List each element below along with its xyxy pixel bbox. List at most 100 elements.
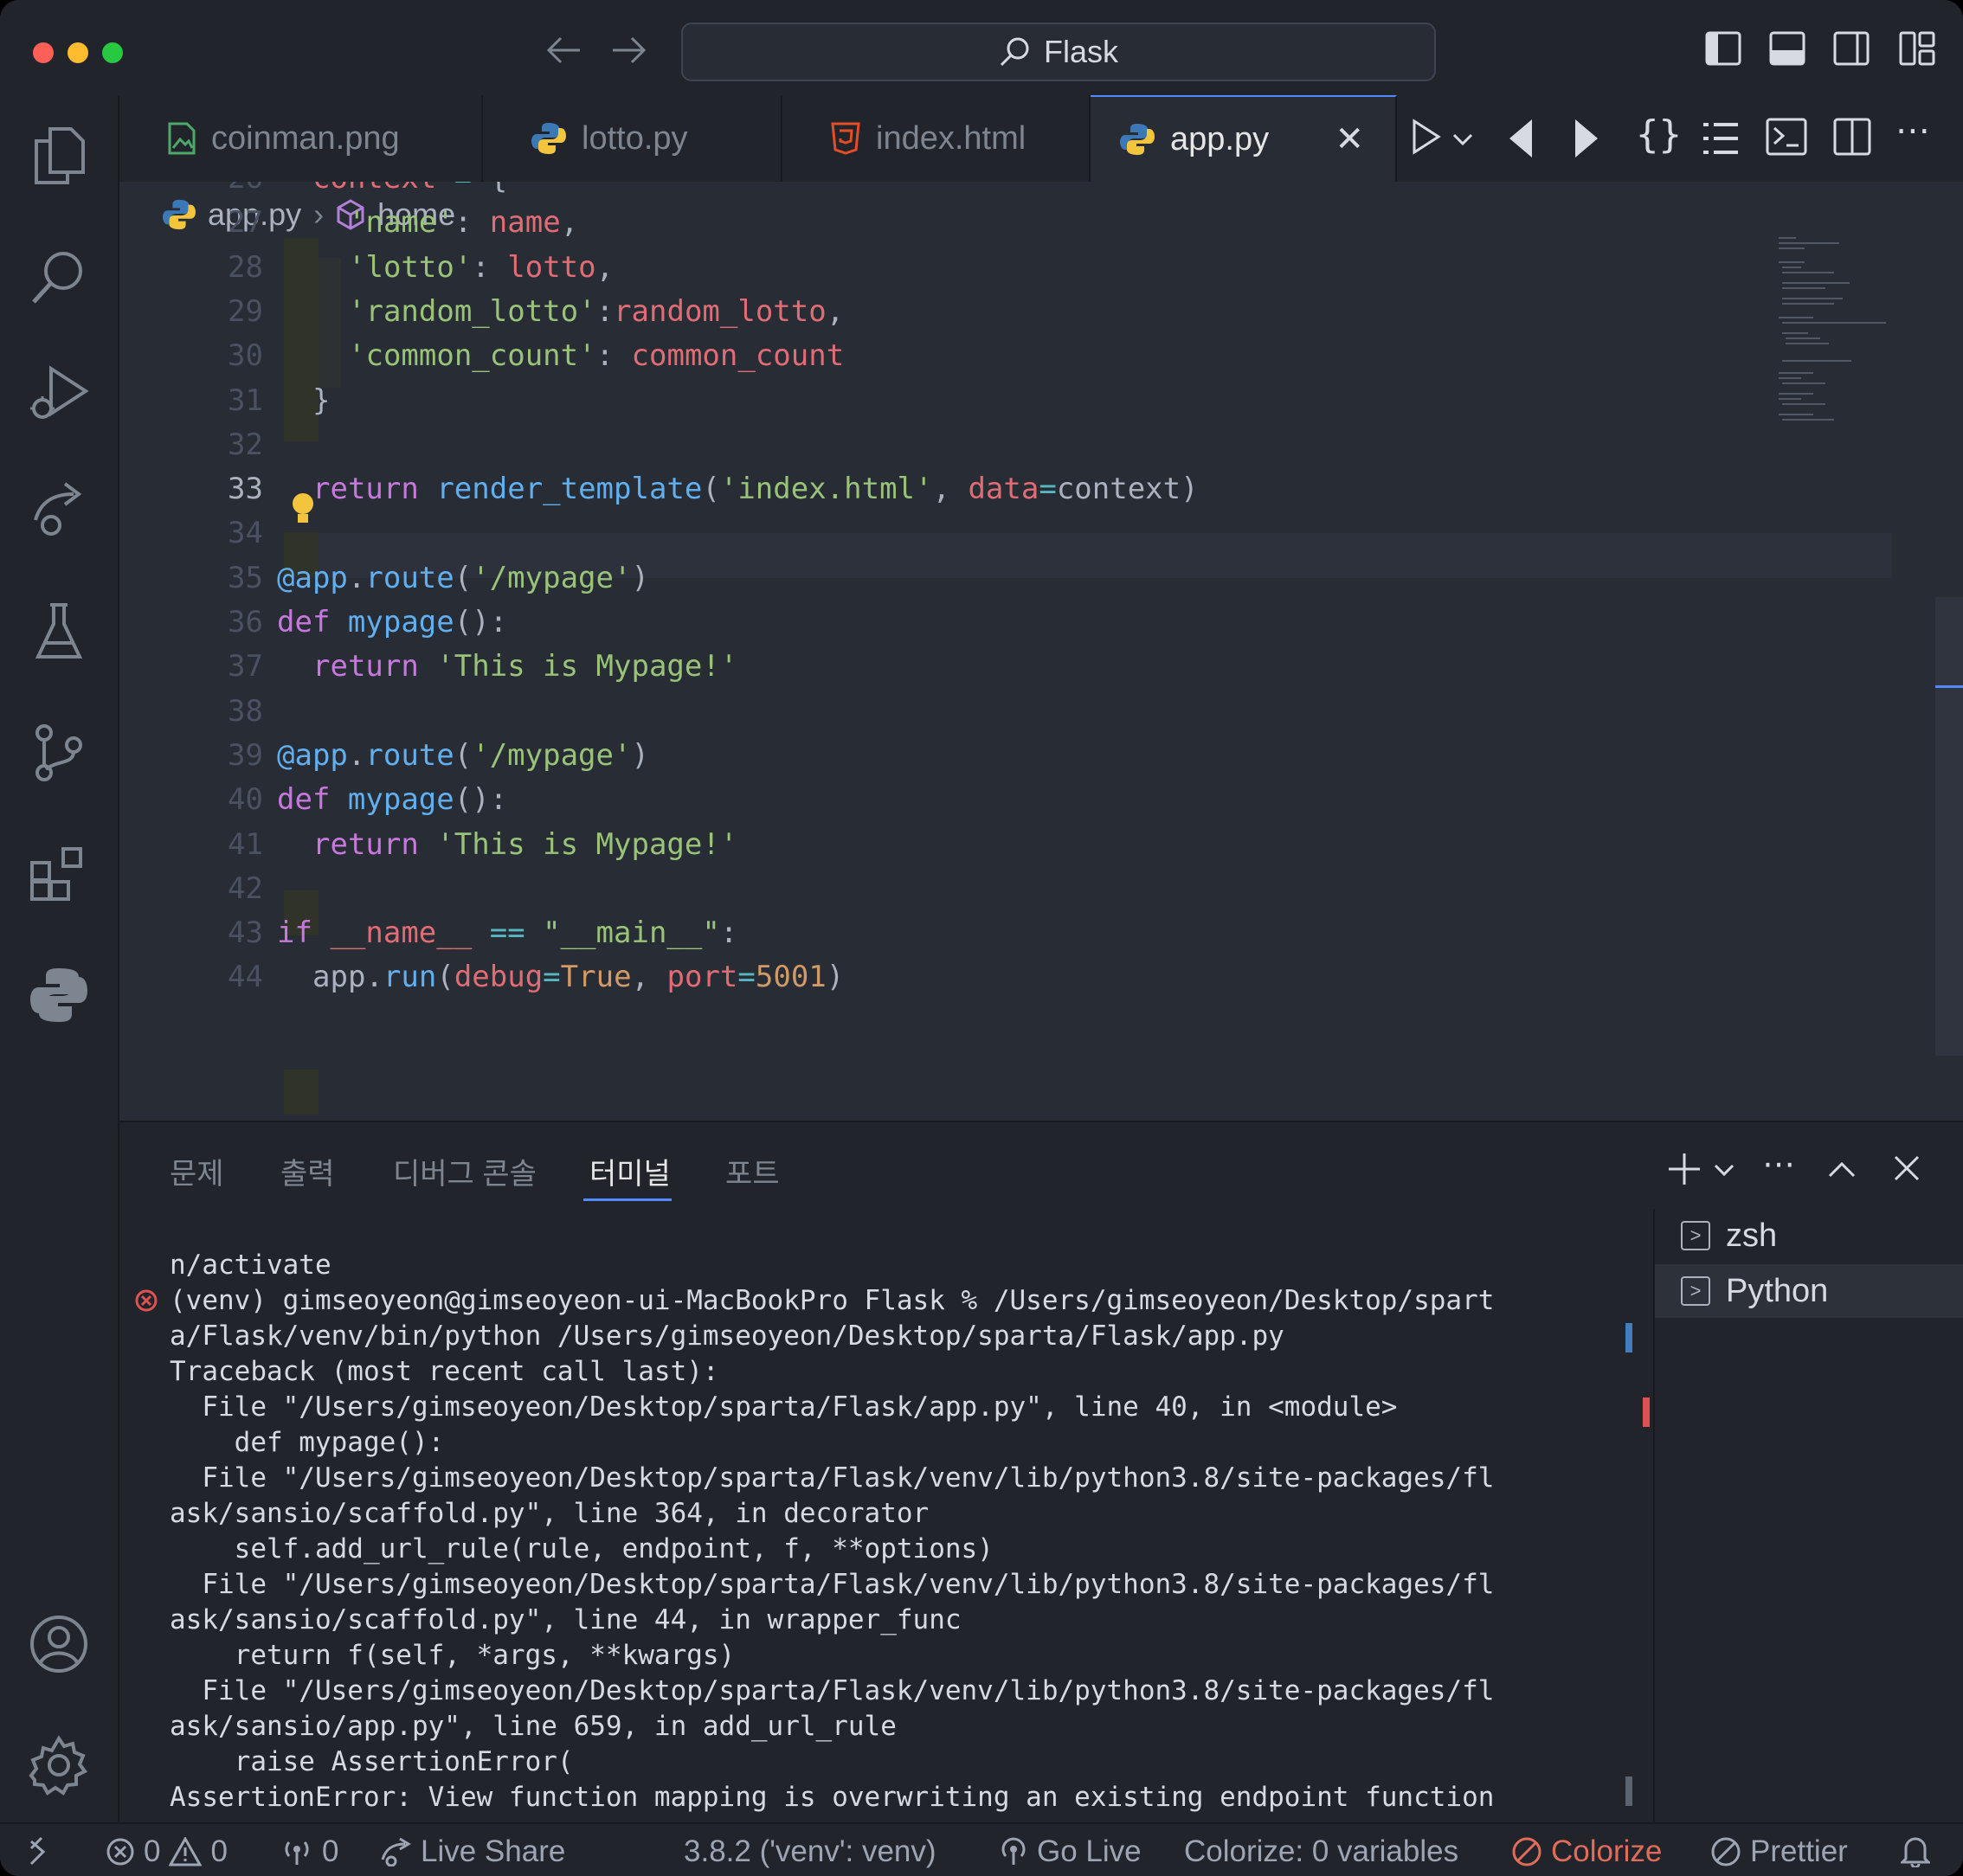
code-line[interactable]: 31} (163, 378, 1807, 423)
code-line[interactable]: 38 (163, 689, 1807, 734)
code-line[interactable]: 27 'name': name, (163, 200, 1807, 245)
close-panel-icon[interactable] (1894, 1155, 1920, 1181)
settings-gear-icon[interactable] (24, 1731, 93, 1800)
code-text[interactable]: } (312, 378, 330, 423)
customize-layout-icon[interactable] (1899, 31, 1935, 66)
notifications-bell-icon[interactable] (1901, 1834, 1930, 1867)
terminal-scrollbar-thumb[interactable] (1625, 1776, 1632, 1806)
zoom-window-button[interactable] (102, 42, 123, 63)
terminal-box-icon[interactable] (1766, 118, 1807, 156)
list-outline-icon[interactable] (1702, 121, 1740, 156)
maximize-panel-chevron-up-icon[interactable] (1828, 1160, 1856, 1178)
tab-debug-console[interactable]: 디버그 콘솔 (393, 1150, 537, 1192)
split-editor-icon[interactable] (1833, 118, 1871, 156)
back-arrow-icon[interactable] (545, 35, 582, 66)
code-area[interactable]: 26 context = {27 'name': name, 28 'lotto': l… (163, 182, 1894, 1121)
code-text[interactable]: 'lotto': lotto, (348, 245, 614, 290)
code-line[interactable]: 34 (163, 511, 1807, 556)
run-and-debug-icon[interactable] (24, 359, 93, 428)
python-interpreter-status[interactable]: 3.8.2 ('venv': venv) (684, 1834, 936, 1869)
terminal-output[interactable]: n/activate (venv) gimseoyeon@gimseoyeon-u… (170, 1248, 1719, 1815)
more-actions-icon[interactable]: ⋯ (1895, 111, 1930, 151)
toggle-panel-icon[interactable] (1769, 31, 1805, 66)
chevron-down-icon[interactable] (1452, 133, 1473, 147)
code-text[interactable]: 'random_lotto':random_lotto, (348, 289, 844, 334)
code-text[interactable]: context = { (312, 182, 507, 201)
accounts-icon[interactable] (24, 1609, 93, 1679)
code-line[interactable]: 32 (163, 422, 1807, 467)
code-text[interactable]: return render_template('index.html', dat… (312, 466, 1199, 511)
terminal-item-label: zsh (1726, 1217, 1778, 1254)
toggle-secondary-sidebar-icon[interactable] (1833, 31, 1870, 66)
code-line[interactable]: 29 'random_lotto':random_lotto, (163, 289, 1807, 334)
extensions-icon[interactable] (24, 839, 93, 909)
code-line[interactable]: 44 app.run(debug=True, port=5001) (163, 954, 1807, 999)
code-text[interactable]: def mypage(): (277, 600, 507, 645)
python-extension-icon[interactable] (24, 960, 93, 1030)
go-back-triangle-icon[interactable] (1508, 118, 1534, 159)
tab-index-html[interactable]: index.html (782, 95, 1091, 182)
code-line[interactable]: 37 return 'This is Mypage!' (163, 644, 1807, 689)
code-line[interactable]: 30 'common_count': common_count (163, 333, 1807, 378)
code-line[interactable]: 39 @app.route('/mypage') (163, 733, 1807, 778)
tab-coinman-png[interactable]: coinman.png (119, 95, 483, 182)
minimap[interactable] (1777, 234, 1907, 580)
code-text[interactable]: 'common_count': common_count (348, 333, 844, 378)
chevron-down-icon[interactable] (1714, 1164, 1735, 1178)
code-text[interactable]: app.run(debug=True, port=5001) (312, 954, 844, 999)
toggle-primary-sidebar-icon[interactable] (1705, 31, 1741, 66)
command-center-search[interactable]: Flask (681, 22, 1436, 81)
code-line[interactable]: 36 def mypage(): (163, 600, 1807, 645)
forward-arrow-icon[interactable] (611, 35, 647, 66)
colorize-variables-status[interactable]: Colorize: 0 variables (1184, 1834, 1458, 1869)
tab-lotto-py[interactable]: lotto.py (483, 95, 782, 182)
code-line[interactable]: 40 def mypage(): (163, 777, 1807, 822)
tab-ports[interactable]: 포트 (725, 1150, 780, 1192)
run-python-file-icon[interactable] (1411, 118, 1442, 156)
code-text[interactable]: def mypage(): (277, 777, 507, 822)
close-tab-icon[interactable]: ✕ (1335, 119, 1364, 159)
code-line[interactable]: 41 return 'This is Mypage!' (163, 822, 1807, 867)
code-line[interactable]: 33 return render_template('index.html', d… (163, 466, 1807, 511)
tab-output[interactable]: 출력 (280, 1150, 335, 1192)
code-text[interactable]: return 'This is Mypage!' (312, 822, 737, 867)
tab-terminal[interactable]: 터미널 (589, 1150, 671, 1192)
search-sidebar-icon[interactable] (24, 242, 93, 312)
prettier-status[interactable]: Prettier (1710, 1834, 1848, 1869)
problems-indicator[interactable]: 0 0 (106, 1834, 228, 1869)
editor-scrollbar[interactable] (1935, 597, 1963, 1056)
code-text[interactable]: return 'This is Mypage!' (312, 644, 737, 689)
testing-icon[interactable] (24, 597, 93, 666)
new-terminal-plus-icon[interactable] (1667, 1152, 1702, 1186)
braces-icon[interactable]: {} (1636, 112, 1682, 157)
live-share-status[interactable]: Live Share (379, 1834, 565, 1869)
tab-app-py[interactable]: app.py ✕ (1091, 95, 1397, 182)
code-text[interactable]: @app.route('/mypage') (277, 556, 649, 601)
code-text[interactable]: 'name': name, (348, 200, 578, 245)
code-text[interactable]: @app.route('/mypage') (277, 733, 649, 778)
code-line[interactable]: 42 (163, 866, 1807, 911)
terminal-item-zsh[interactable]: > zsh (1655, 1209, 1963, 1262)
source-control-icon[interactable] (24, 718, 93, 787)
close-window-button[interactable] (33, 42, 54, 63)
terminal-item-python[interactable]: > Python (1655, 1264, 1963, 1318)
forwarded-ports-indicator[interactable]: 0 (280, 1834, 338, 1869)
code-editor[interactable]: app.py › home 26context = {27'name': nam… (119, 182, 1963, 1249)
activity-bar (0, 95, 119, 1822)
explorer-icon[interactable] (24, 121, 93, 190)
minimize-window-button[interactable] (68, 42, 88, 63)
go-live-status[interactable]: Go Live (999, 1834, 1142, 1869)
remote-indicator-icon[interactable] (29, 1836, 57, 1866)
line-number: 41 (228, 826, 263, 862)
live-share-icon[interactable] (24, 476, 93, 545)
code-line[interactable]: 35 @app.route('/mypage') (163, 556, 1807, 601)
go-forward-triangle-icon[interactable] (1574, 118, 1599, 159)
code-line[interactable]: 26 context = { (163, 182, 1807, 201)
code-line[interactable]: 43 if __name__ == "__main__": (163, 910, 1807, 955)
panel-more-actions-icon[interactable]: ⋯ (1762, 1145, 1795, 1184)
colorize-status[interactable]: Colorize (1511, 1834, 1662, 1869)
line-number: 38 (228, 693, 263, 729)
code-line[interactable]: 28 'lotto': lotto, (163, 245, 1807, 290)
tab-problems[interactable]: 문제 (170, 1150, 224, 1192)
code-text[interactable]: if __name__ == "__main__": (277, 910, 737, 955)
